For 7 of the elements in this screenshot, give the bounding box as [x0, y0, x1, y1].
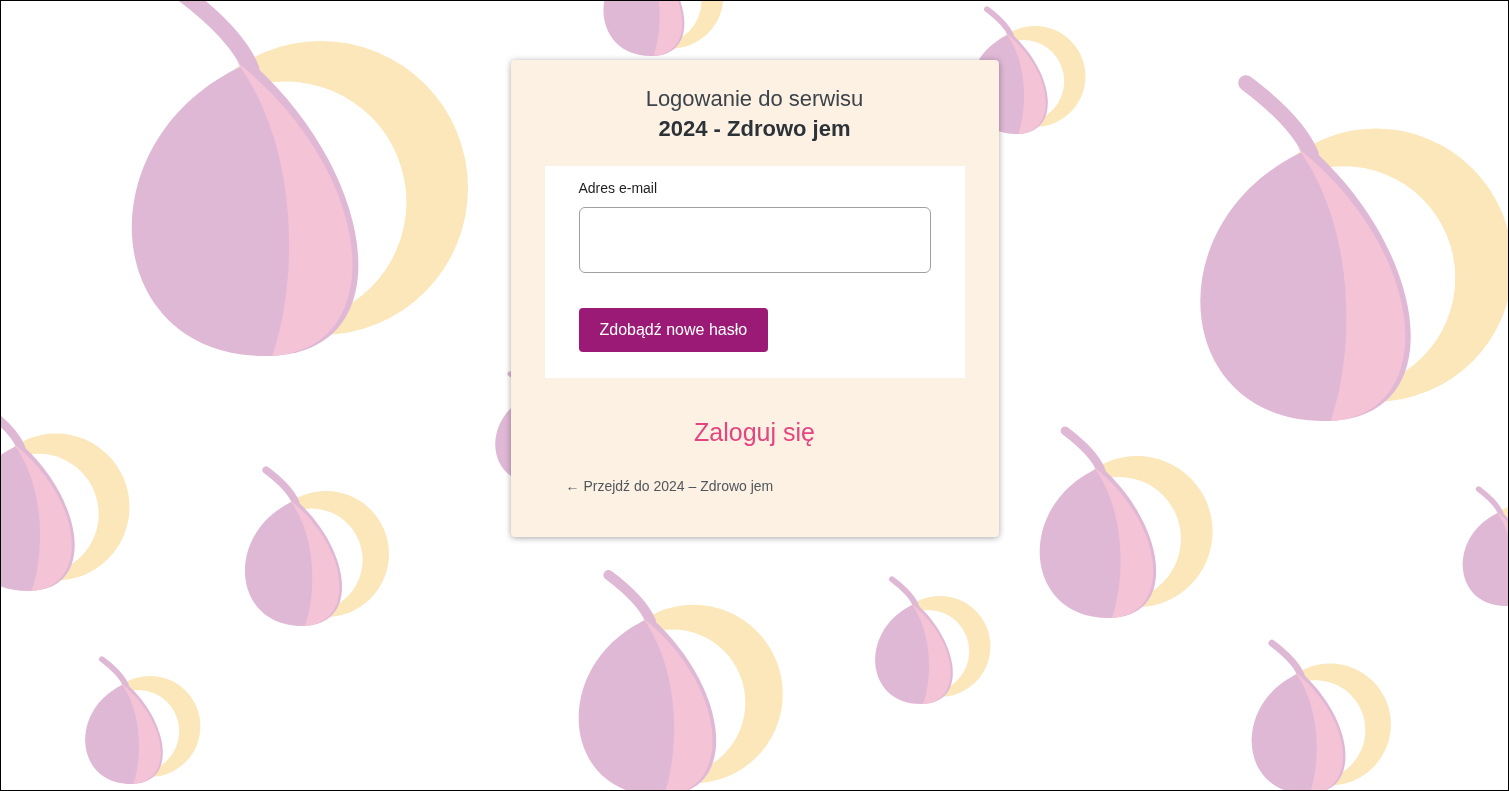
get-new-password-button[interactable]: Zdobądź nowe hasło — [578, 308, 769, 352]
login-link[interactable]: Zaloguj się — [694, 414, 815, 452]
card-title: Logowanie do serwisu — [645, 85, 864, 113]
site-name: 2024 - Zdrowo jem — [658, 115, 851, 143]
email-field[interactable] — [578, 207, 931, 273]
email-label: Adres e-mail — [578, 179, 659, 198]
back-to-site-link[interactable]: ← Przejdź do 2024 – Zdrowo jem — [565, 475, 774, 497]
